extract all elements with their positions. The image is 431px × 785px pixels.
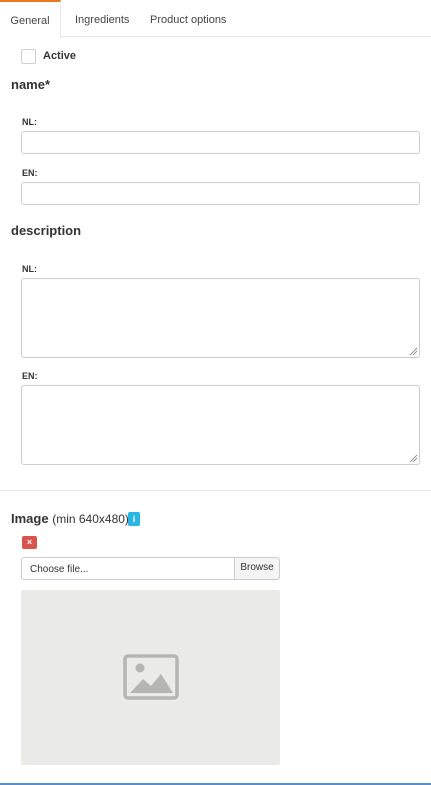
tab-ingredients-label: Ingredients xyxy=(75,14,130,26)
resize-grip-icon[interactable] xyxy=(409,454,417,462)
image-title: Image xyxy=(11,511,49,526)
active-label: Active xyxy=(43,50,77,62)
browse-button[interactable]: Browse xyxy=(234,557,280,580)
name-en-label: EN: xyxy=(22,168,38,178)
name-nl-label: NL: xyxy=(22,117,37,127)
image-preview xyxy=(21,590,280,765)
description-nl-textarea[interactable] xyxy=(21,278,420,358)
image-section-title: Image (min 640x480) xyxy=(11,511,129,526)
active-checkbox[interactable] xyxy=(21,49,36,64)
name-nl-input[interactable] xyxy=(21,131,420,154)
info-icon[interactable]: i xyxy=(128,512,140,526)
description-section-title: description xyxy=(11,223,82,238)
tab-product-options-label: Product options xyxy=(150,14,227,26)
image-size-hint: (min 640x480) xyxy=(52,512,129,526)
name-en-input[interactable] xyxy=(21,182,420,205)
description-nl-label: NL: xyxy=(22,264,37,274)
resize-grip-icon[interactable] xyxy=(409,347,417,355)
file-input[interactable]: Choose file... xyxy=(21,557,235,580)
description-en-textarea[interactable] xyxy=(21,385,420,465)
tab-general[interactable]: General xyxy=(0,0,61,38)
tab-bar: General Ingredients Product options xyxy=(0,0,431,38)
close-icon: × xyxy=(26,537,33,547)
description-en-label: EN: xyxy=(22,371,38,381)
section-divider xyxy=(0,490,431,491)
image-placeholder-icon xyxy=(123,654,179,700)
tab-ingredients[interactable]: Ingredients xyxy=(75,0,129,36)
tab-product-options[interactable]: Product options xyxy=(150,0,226,36)
tab-general-label: General xyxy=(10,15,50,27)
file-input-placeholder: Choose file... xyxy=(30,564,89,575)
remove-image-button[interactable]: × xyxy=(22,536,37,549)
name-section-title: name* xyxy=(11,77,51,92)
